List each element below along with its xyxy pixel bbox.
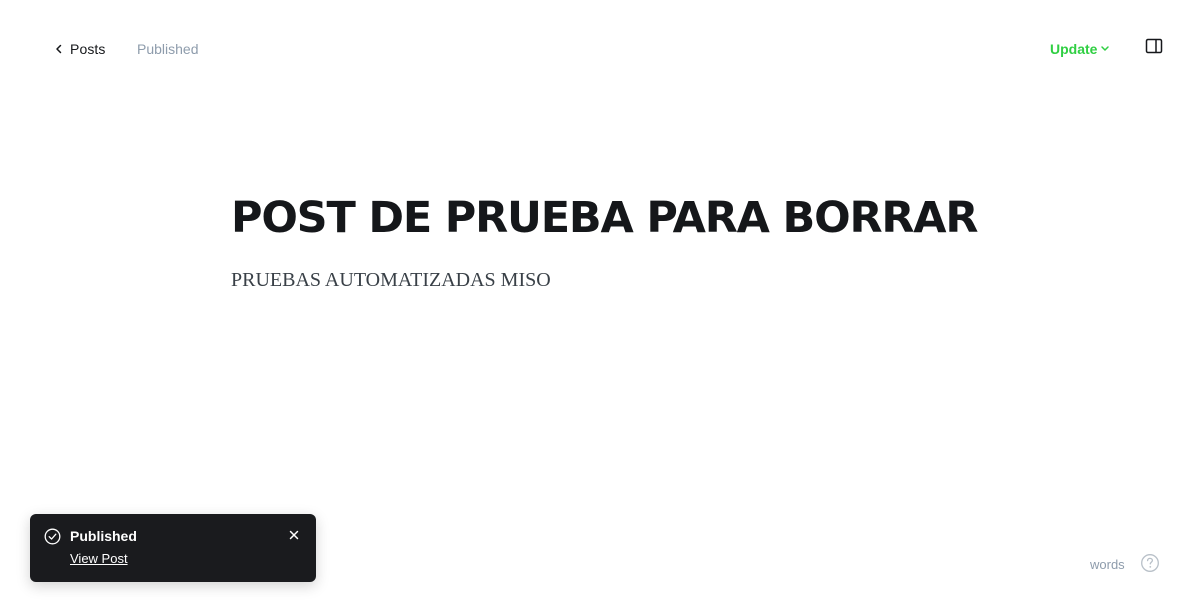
update-button[interactable]: Update — [1050, 38, 1110, 60]
back-link-label: Posts — [70, 41, 106, 57]
post-status: Published — [137, 41, 199, 57]
check-circle-icon — [44, 528, 61, 545]
editor-header: Posts Published Update — [0, 0, 1200, 96]
question-circle-icon — [1140, 553, 1160, 578]
chevron-left-icon — [54, 43, 64, 55]
post-body-editor[interactable]: PRUEBAS AUTOMATIZADAS MISO — [231, 266, 991, 294]
view-post-link[interactable]: View Post — [70, 550, 128, 567]
post-title-input[interactable]: POST DE PRUEBA PARA BORRAR — [231, 185, 991, 251]
close-icon — [289, 527, 299, 545]
sidebar-panel-icon — [1145, 38, 1163, 59]
sidebar-toggle-button[interactable] — [1143, 37, 1165, 59]
chevron-down-icon — [1100, 40, 1110, 58]
published-notification: Published View Post — [30, 514, 316, 582]
close-notification-button[interactable] — [285, 527, 303, 545]
post-editor: POST DE PRUEBA PARA BORRAR PRUEBAS AUTOM… — [231, 185, 991, 294]
word-count: words — [1090, 557, 1125, 572]
help-button[interactable] — [1140, 553, 1160, 578]
update-button-label: Update — [1050, 41, 1098, 57]
back-to-posts-link[interactable]: Posts — [54, 38, 106, 60]
notification-title: Published — [70, 528, 137, 544]
